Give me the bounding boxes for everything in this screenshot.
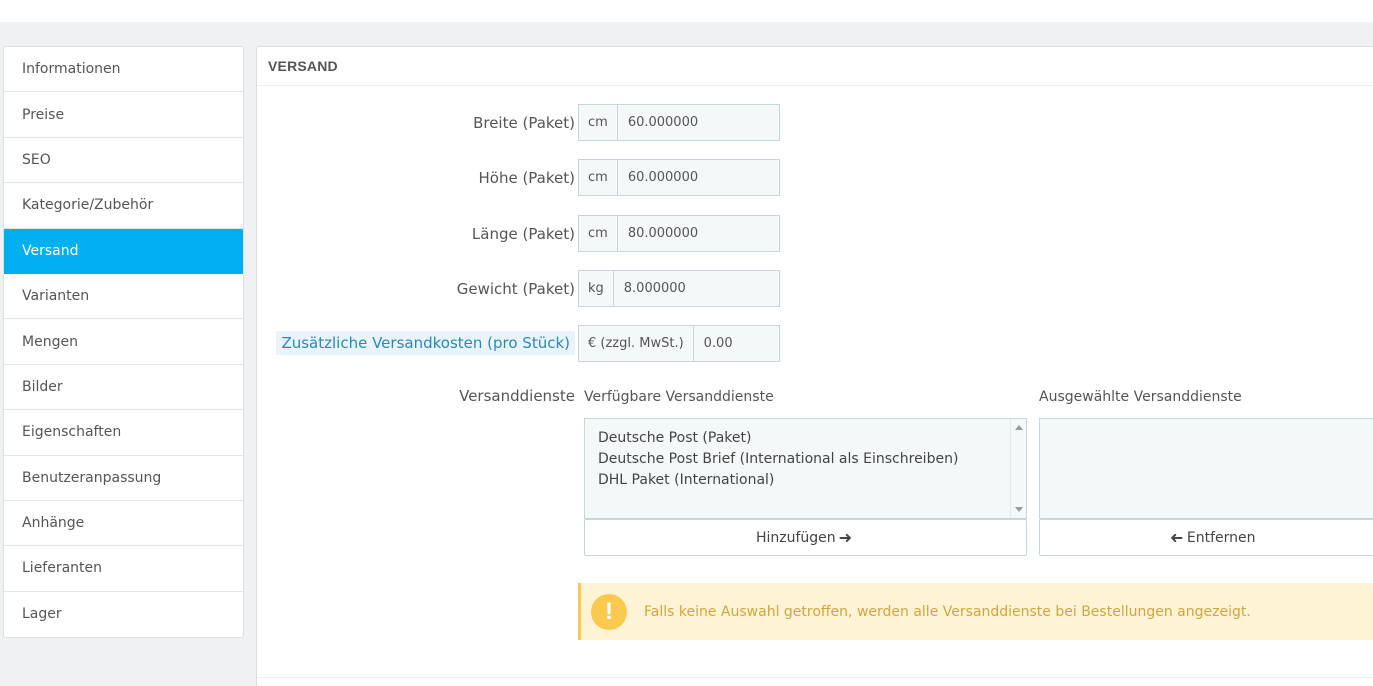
sidebar-item-seo[interactable]: SEO xyxy=(4,138,243,184)
top-bar xyxy=(0,0,1373,22)
height-input[interactable]: 60.000000 xyxy=(617,160,779,195)
weight-input-group: kg 8.000000 xyxy=(578,270,780,307)
selected-carriers-list[interactable] xyxy=(1039,418,1373,519)
sidebar-item-informationen[interactable]: Informationen xyxy=(4,47,243,93)
weight-unit: kg xyxy=(579,271,614,306)
sidebar-item-varianten[interactable]: Varianten xyxy=(4,274,243,320)
exclamation-icon: ! xyxy=(591,593,627,630)
sidebar-item-label: SEO xyxy=(22,151,51,168)
scroll-down-icon[interactable] xyxy=(1015,507,1023,512)
remove-carrier-button[interactable]: ➜ Entfernen xyxy=(1039,519,1373,556)
sidebar-item-label: Benutzeranpassung xyxy=(22,469,162,486)
sidebar-item-label: Lager xyxy=(22,606,62,623)
sidebar-item-benutzeranpassung[interactable]: Benutzeranpassung xyxy=(4,456,243,501)
depth-row: Länge (Paket) cm 80.000000 xyxy=(257,215,1373,252)
sidebar-item-label: Informationen xyxy=(22,61,121,78)
width-row: Breite (Paket) cm 60.000000 xyxy=(257,104,1373,141)
carriers-label: Versanddienste xyxy=(459,387,575,405)
sidebar-item-label: Versand xyxy=(22,242,79,259)
sidebar-item-preise[interactable]: Preise xyxy=(4,92,243,138)
scroll-up-icon[interactable] xyxy=(1015,425,1023,430)
remove-button-label: Entfernen xyxy=(1186,529,1256,546)
width-unit: cm xyxy=(579,105,618,140)
sidebar-item-label: Bilder xyxy=(22,378,63,395)
list-scrollbar[interactable] xyxy=(1010,419,1026,518)
sidebar-item-lager[interactable]: Lager xyxy=(4,592,243,637)
alert-text: Falls keine Auswahl getroffen, werden al… xyxy=(644,603,1251,620)
carrier-option[interactable]: Deutsche Post Brief (International als E… xyxy=(585,449,1026,470)
sidebar-item-versand[interactable]: Versand xyxy=(4,228,243,274)
sidebar-item-label: Varianten xyxy=(22,288,90,305)
sidebar-item-label: Mengen xyxy=(22,333,78,350)
sidebar-item-bilder[interactable]: Bilder xyxy=(4,365,243,411)
sidebar-item-anhaenge[interactable]: Anhänge xyxy=(4,501,243,547)
sidebar-item-mengen[interactable]: Mengen xyxy=(4,319,243,365)
sidebar-item-label: Anhänge xyxy=(22,515,85,532)
depth-unit: cm xyxy=(579,216,618,251)
height-input-group: cm 60.000000 xyxy=(578,159,780,196)
add-carrier-button[interactable]: Hinzufügen ➜ xyxy=(584,519,1027,556)
extra-cost-input[interactable]: 0.00 xyxy=(693,326,779,361)
arrow-left-icon: ➜ xyxy=(1170,528,1184,547)
extra-cost-input-group: € (zzgl. MwSt.) 0.00 xyxy=(578,325,780,362)
extra-cost-row: Zusätzliche Versandkosten (pro Stück) € … xyxy=(257,325,1373,362)
width-input[interactable]: 60.000000 xyxy=(617,105,779,140)
selected-carriers-label: Ausgewählte Versanddienste xyxy=(1039,389,1242,405)
width-input-group: cm 60.000000 xyxy=(578,104,780,141)
sidebar-item-kategorie[interactable]: Kategorie/Zubehör xyxy=(4,183,243,229)
width-label: Breite (Paket) xyxy=(473,113,575,132)
depth-input-group: cm 80.000000 xyxy=(578,215,780,252)
available-carriers-label: Verfügbare Versanddienste xyxy=(584,389,774,405)
carrier-option[interactable]: DHL Paket (International) xyxy=(585,470,1026,491)
available-carriers-list[interactable]: Deutsche Post (Paket) Deutsche Post Brie… xyxy=(584,418,1027,519)
sidebar-item-label: Eigenschaften xyxy=(22,424,122,441)
height-label: Höhe (Paket) xyxy=(478,168,576,187)
shipping-panel: VERSAND Breite (Paket) cm 60.000000 Höhe… xyxy=(256,46,1373,686)
arrow-right-icon: ➜ xyxy=(838,528,853,547)
height-unit: cm xyxy=(579,160,618,195)
carrier-warning-alert: ! Falls keine Auswahl getroffen, werden … xyxy=(578,583,1373,640)
carrier-option[interactable]: Deutsche Post (Paket) xyxy=(585,428,1026,449)
product-tabs-sidebar: Informationen Preise SEO Kategorie/Zubeh… xyxy=(3,46,244,639)
add-button-label: Hinzufügen xyxy=(755,529,836,546)
sidebar-item-eigenschaften[interactable]: Eigenschaften xyxy=(4,410,243,456)
height-row: Höhe (Paket) cm 60.000000 xyxy=(257,159,1373,196)
depth-input[interactable]: 80.000000 xyxy=(617,216,779,251)
sidebar-item-label: Preise xyxy=(22,106,65,123)
panel-footer xyxy=(257,677,1373,678)
panel-title: VERSAND xyxy=(257,47,1373,86)
weight-row: Gewicht (Paket) kg 8.000000 xyxy=(257,270,1373,307)
extra-cost-label[interactable]: Zusätzliche Versandkosten (pro Stück) xyxy=(276,331,575,355)
weight-input[interactable]: 8.000000 xyxy=(613,271,779,306)
weight-label: Gewicht (Paket) xyxy=(456,279,575,298)
extra-cost-unit: € (zzgl. MwSt.) xyxy=(579,326,694,361)
sidebar-item-label: Lieferanten xyxy=(22,560,103,577)
sidebar-item-label: Kategorie/Zubehör xyxy=(22,197,154,214)
sidebar-item-lieferanten[interactable]: Lieferanten xyxy=(4,546,243,592)
depth-label: Länge (Paket) xyxy=(471,224,575,243)
